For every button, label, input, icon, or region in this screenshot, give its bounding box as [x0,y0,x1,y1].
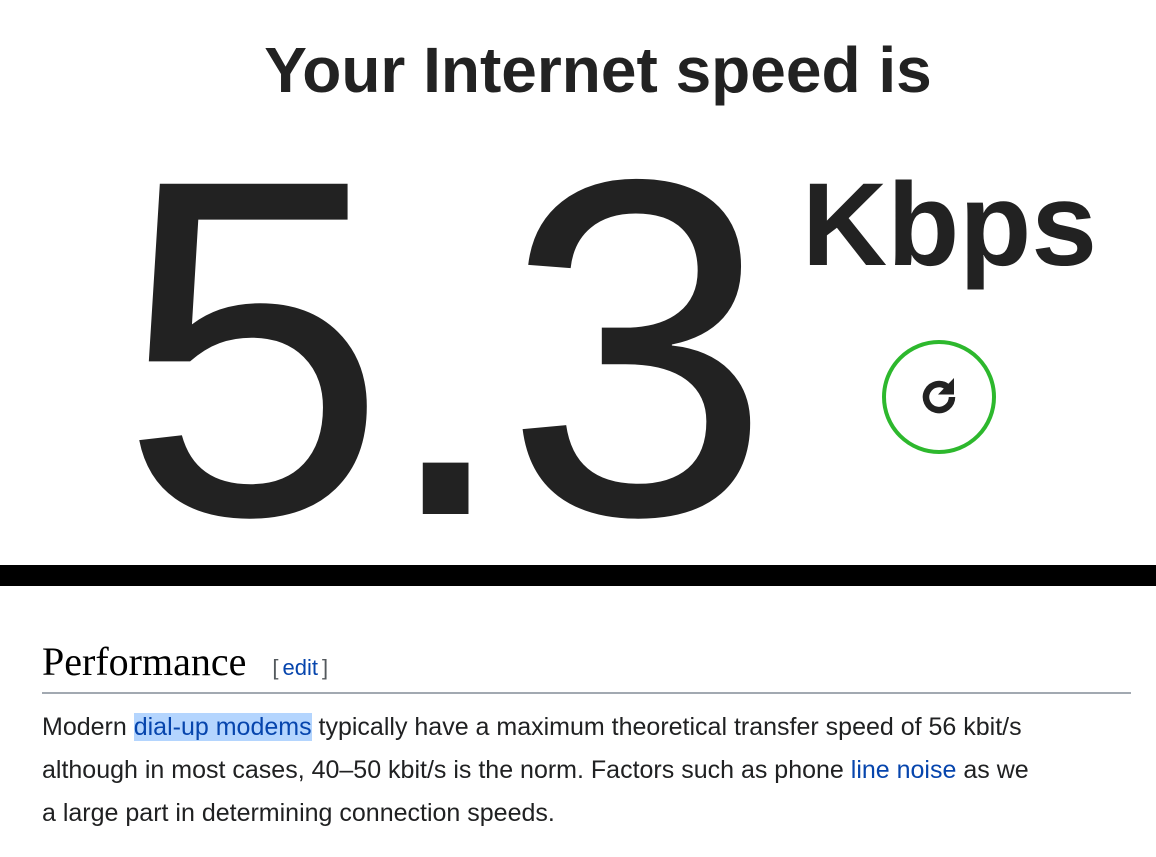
text-run: Modern [42,713,134,741]
paragraph-line-1: Modern dial-up modems typically have a m… [42,706,1156,749]
restart-icon [909,367,969,427]
page: Your Internet speed is 5.3 Kbps Performa… [0,0,1156,857]
dial-up-modems-link[interactable]: dial-up modems [133,713,312,741]
edit-bracket-open: [ [272,655,279,680]
line-noise-link[interactable]: line noise [851,756,957,784]
section-heading-text: Performance [42,639,247,684]
speed-value: 5.3 [120,79,771,616]
section-heading: Performance [edit] [42,636,1131,694]
wiki-section-performance: Performance [edit] Modern dial-up modems… [42,636,1156,835]
edit-section: [edit] [272,655,328,681]
section-paragraph: Modern dial-up modems typically have a m… [42,706,1156,835]
paragraph-line-2: although in most cases, 40–50 kbit/s is … [42,749,1156,792]
text-run: although in most cases, 40–50 kbit/s is … [42,756,851,784]
edit-link[interactable]: edit [282,655,317,680]
text-run: typically have a maximum theoretical tra… [311,713,1022,741]
speed-unit: Kbps [802,159,1097,291]
paragraph-line-3: a large part in determining connection s… [42,799,555,827]
divider-bar [0,565,1156,586]
text-run: as we [956,756,1029,784]
restart-test-button[interactable] [882,340,996,454]
edit-bracket-close: ] [321,655,329,680]
